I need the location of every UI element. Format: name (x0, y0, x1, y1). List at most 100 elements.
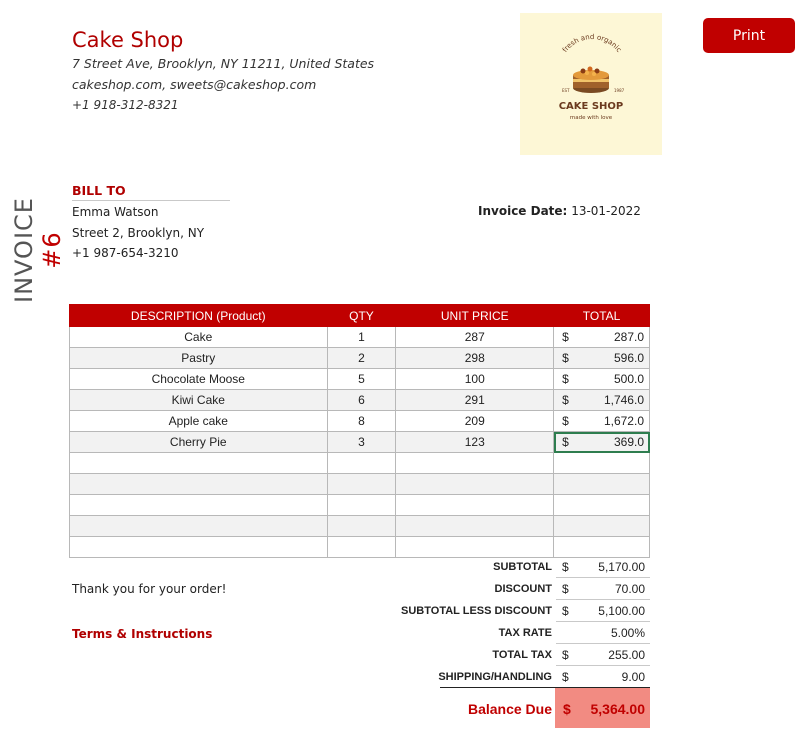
currency-symbol: $ (562, 330, 569, 344)
table-row: Apple cake 8 209 $1,672.0 (69, 410, 650, 432)
cell-unit-price[interactable]: 298 (395, 347, 555, 369)
cell-total[interactable]: $1,746.0 (553, 389, 650, 411)
cell-empty[interactable] (395, 452, 555, 474)
table-row-empty (69, 515, 650, 537)
cell-qty[interactable]: 5 (326, 368, 397, 390)
cell-empty[interactable] (69, 515, 328, 537)
cell-description[interactable]: Cherry Pie (69, 431, 328, 453)
header-qty: QTY (326, 304, 397, 327)
cell-empty[interactable] (326, 536, 397, 558)
cell-total-selected[interactable]: $369.0 (553, 431, 650, 453)
total-tax-label: TOTAL TAX (492, 649, 552, 661)
header-total: TOTAL (553, 304, 650, 327)
divider (556, 643, 650, 644)
cell-qty[interactable]: 8 (326, 410, 397, 432)
print-button[interactable]: Print (703, 18, 795, 53)
svg-text:fresh and organic: fresh and organic (561, 33, 623, 54)
currency-symbol: $ (562, 414, 569, 428)
shipping-label: SHIPPING/HANDLING (438, 671, 552, 683)
cell-empty[interactable] (395, 473, 555, 495)
cell-unit-price[interactable]: 100 (395, 368, 555, 390)
shop-web-email: cakeshop.com, sweets@cakeshop.com (72, 77, 317, 92)
total-value: 1,672.0 (603, 414, 644, 428)
cell-description[interactable]: Pastry (69, 347, 328, 369)
balance-due-value[interactable]: 5,364.00 (572, 701, 646, 717)
table-row: Kiwi Cake 6 291 $1,746.0 (69, 389, 650, 411)
table-header-row: DESCRIPTION (Product) QTY UNIT PRICE TOT… (69, 304, 650, 327)
invoice-number: #6 (38, 231, 66, 269)
cell-description[interactable]: Apple cake (69, 410, 328, 432)
customer-name: Emma Watson (72, 205, 159, 219)
cell-description[interactable]: Chocolate Moose (69, 368, 328, 390)
header-description: DESCRIPTION (Product) (69, 304, 328, 327)
currency-symbol: $ (562, 351, 569, 365)
discount-label: DISCOUNT (494, 583, 552, 595)
shop-name: Cake Shop (72, 28, 184, 52)
cell-empty[interactable] (69, 536, 328, 558)
cell-empty[interactable] (553, 452, 650, 474)
cell-qty[interactable]: 6 (326, 389, 397, 411)
subtotal-less-discount-value[interactable]: 5,100.00 (566, 604, 645, 618)
currency-symbol: $ (562, 435, 569, 449)
total-value: 369.0 (613, 435, 644, 449)
cell-empty[interactable] (326, 494, 397, 516)
shop-logo: fresh and organic EST 1987 CAKE SHOP mad… (520, 13, 662, 155)
cell-empty[interactable] (395, 515, 555, 537)
table-row-empty (69, 494, 650, 516)
subtotal-less-discount-label: SUBTOTAL LESS DISCOUNT (401, 605, 552, 617)
subtotal-value[interactable]: 5,170.00 (566, 560, 645, 574)
cell-total[interactable]: $287.0 (553, 326, 650, 348)
thank-you-note: Thank you for your order! (72, 582, 227, 596)
logo-since-left: EST (562, 88, 570, 93)
customer-phone: +1 987-654-3210 (72, 246, 179, 260)
logo-tagline: made with love (570, 115, 613, 121)
cell-empty[interactable] (553, 494, 650, 516)
divider (556, 599, 650, 600)
cell-empty[interactable] (326, 515, 397, 537)
cell-empty[interactable] (326, 452, 397, 474)
table-row-empty (69, 536, 650, 558)
shop-address: 7 Street Ave, Brooklyn, NY 11211, United… (72, 56, 375, 71)
cell-qty[interactable]: 2 (326, 347, 397, 369)
cell-empty[interactable] (395, 494, 555, 516)
balance-due-label: Balance Due (467, 701, 552, 717)
cell-empty[interactable] (69, 494, 328, 516)
divider (556, 621, 650, 622)
cell-unit-price[interactable]: 209 (395, 410, 555, 432)
invoice-word: INVOICE (10, 197, 38, 303)
shop-phone: +1 918-312-8321 (72, 98, 179, 112)
cell-empty[interactable] (326, 473, 397, 495)
cell-unit-price[interactable]: 291 (395, 389, 555, 411)
tax-rate-label: TAX RATE (498, 627, 552, 639)
cell-empty[interactable] (395, 536, 555, 558)
cell-description[interactable]: Cake (69, 326, 328, 348)
divider (556, 577, 650, 578)
items-table: DESCRIPTION (Product) QTY UNIT PRICE TOT… (69, 304, 650, 558)
cell-qty[interactable]: 3 (326, 431, 397, 453)
divider (556, 665, 650, 666)
tax-rate-value[interactable]: 5.00% (566, 626, 645, 640)
cell-empty[interactable] (553, 473, 650, 495)
cell-unit-price[interactable]: 123 (395, 431, 555, 453)
invoice-title: INVOICE #6 (10, 185, 66, 315)
subtotal-label: SUBTOTAL (493, 561, 552, 573)
cell-empty[interactable] (69, 452, 328, 474)
table-row: Cake 1 287 $287.0 (69, 326, 650, 348)
cell-total[interactable]: $596.0 (553, 347, 650, 369)
cell-qty[interactable]: 1 (326, 326, 397, 348)
table-row: Chocolate Moose 5 100 $500.0 (69, 368, 650, 390)
cell-total[interactable]: $1,672.0 (553, 410, 650, 432)
cell-total[interactable]: $500.0 (553, 368, 650, 390)
cell-empty[interactable] (553, 536, 650, 558)
cell-unit-price[interactable]: 287 (395, 326, 555, 348)
cell-empty[interactable] (553, 515, 650, 537)
currency-symbol: $ (562, 393, 569, 407)
cell-empty[interactable] (69, 473, 328, 495)
discount-value[interactable]: 70.00 (566, 582, 645, 596)
total-value: 500.0 (613, 372, 644, 386)
table-row: Pastry 2 298 $596.0 (69, 347, 650, 369)
cell-description[interactable]: Kiwi Cake (69, 389, 328, 411)
shipping-value[interactable]: 9.00 (566, 670, 645, 684)
logo-since-right: 1987 (614, 88, 625, 93)
total-tax-value[interactable]: 255.00 (566, 648, 645, 662)
